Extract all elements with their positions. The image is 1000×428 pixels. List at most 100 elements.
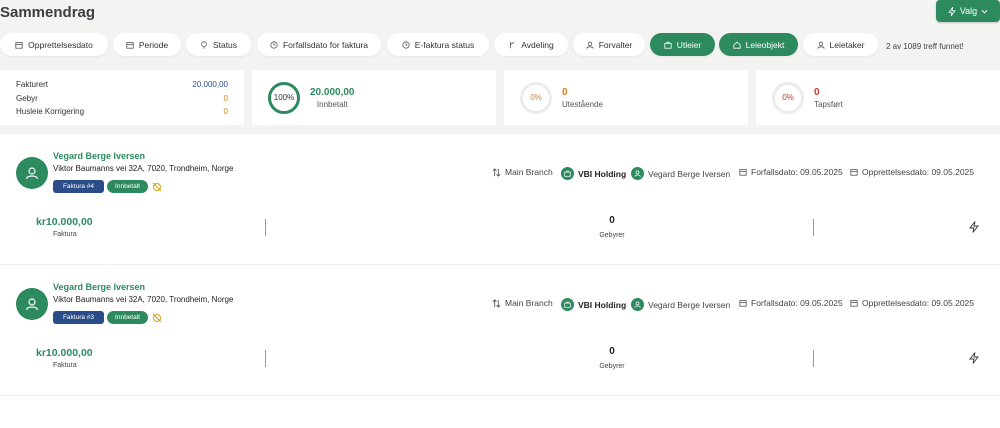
person-name: Vegard Berge Iversen [648,299,731,310]
filter-label: Status [212,39,238,50]
fee-value: 0 [609,215,615,226]
filter-label: E-faktura status [414,39,475,50]
filter-opprettelsesdato[interactable]: Opprettelsesdato [0,33,108,56]
invoice-amount-label: Faktura [53,362,77,369]
due-date: Forfallsdato: 09.05.2025 [751,167,843,177]
user-icon [25,298,39,311]
invoice-badge[interactable]: Faktura #3 [53,311,104,324]
summary-row-gebyr: Gebyr 0 [16,92,228,106]
summary-value: 0 [223,93,228,103]
stat-value: 0 [814,86,820,98]
valg-button[interactable]: Valg [936,0,1000,22]
valg-label: Valg [959,6,978,16]
person-meta[interactable]: Vegard Berge Iversen [631,167,730,180]
branch-icon [492,167,501,177]
bolt-icon [948,6,956,16]
calendar-icon [15,41,23,49]
clock-icon [402,40,410,49]
branch-meta: Main Branch [492,167,553,177]
stat-card-innbetalt: 100% 20.000,00 Innbetalt [252,70,496,125]
filter-bar: Opprettelsesdato Periode Status Forfalls… [0,33,1000,56]
branch-icon [492,298,501,308]
bolt-icon[interactable] [969,221,979,233]
stat-value: 0 [562,86,568,98]
invoice-amount-label: Faktura [53,231,77,238]
fee-label: Gebyrer [599,232,625,239]
filter-avdeling[interactable]: Avdeling [494,33,568,56]
stat-value: 20.000,00 [310,86,355,98]
filter-efaktura-status[interactable]: E-faktura status [387,33,489,56]
summary-card: Fakturert 20.000,00 Gebyr 0 Husleie Korr… [0,70,244,125]
briefcase-icon [561,167,574,180]
filter-label: Leieobjekt [745,39,785,50]
filter-label: Utleier [676,39,702,50]
filter-status[interactable]: Status [186,33,251,56]
user-icon [631,167,644,180]
filter-label: Avdeling [521,39,554,50]
invoice-list: Vegard Berge Iversen Viktor Baumanns vei… [0,134,1000,428]
filter-leieobjekt[interactable]: Leieobjekt [719,33,798,56]
status-icon [201,40,207,49]
calendar-icon [739,169,747,176]
calendar-icon [126,41,134,49]
stat-card-utestaende: 0% 0 Utestående [504,70,748,125]
filter-forfallsdato[interactable]: Forfallsdato for faktura [257,33,381,56]
fee-label: Gebyrer [599,363,625,370]
filter-label: Leietaker [829,39,865,50]
avatar [16,157,48,189]
filter-leietaker[interactable]: Leietaker [803,33,878,56]
user-icon [631,298,644,311]
avatar [16,288,48,320]
sync-off-icon[interactable] [152,313,162,323]
created-date: Opprettelsesdato: 09.05.2025 [862,298,974,308]
summary-value: 0 [223,107,228,117]
invoice-amount: kr10.000,00 [36,216,93,228]
branch-name: Main Branch [505,167,553,177]
clock-icon [270,40,278,49]
due-date-meta: Forfallsdato: 09.05.2025 [739,298,843,308]
created-date-meta: Opprettelsesdato: 09.05.2025 [850,298,974,308]
bolt-icon[interactable] [969,352,979,364]
invoice-row[interactable]: Vegard Berge Iversen Viktor Baumanns vei… [0,265,1000,396]
branch-meta: Main Branch [492,298,553,308]
created-date-meta: Opprettelsesdato: 09.05.2025 [850,167,974,177]
progress-ring: 0% [772,81,804,114]
stat-label: Tapsført [814,99,843,109]
tenant-name[interactable]: Vegard Berge Iversen [53,282,145,292]
page-title: Sammendrag [0,4,96,21]
user-icon [586,41,594,49]
tenant-name[interactable]: Vegard Berge Iversen [53,151,145,161]
home-icon [733,41,741,49]
created-date: Opprettelsesdato: 09.05.2025 [862,167,974,177]
stat-label: Utestående [562,99,603,109]
calendar-icon [850,300,858,307]
filter-label: Periode [138,39,169,50]
company-meta[interactable]: VBI Holding [561,298,626,311]
stat-card-tapsfort: 0% 0 Tapsført [756,70,1000,125]
fee-value: 0 [609,346,615,357]
divider [813,350,814,367]
invoice-row[interactable]: Vegard Berge Iversen Viktor Baumanns vei… [0,134,1000,265]
status-badge: Innbetalt [107,311,148,324]
filter-label: Forfallsdato for faktura [282,39,369,50]
filter-forvalter[interactable]: Forvalter [573,33,645,56]
summary-label: Fakturert [16,80,49,90]
filter-label: Forvalter [598,39,633,50]
invoice-badge[interactable]: Faktura #4 [53,180,104,193]
user-icon [816,41,825,49]
progress-ring: 0% [520,81,552,114]
chevron-down-icon [981,9,988,14]
company-meta[interactable]: VBI Holding [561,167,626,180]
summary-value: 20.000,00 [192,80,228,90]
company-name: VBI Holding [578,168,627,179]
company-name: VBI Holding [578,299,627,310]
filter-label: Opprettelsesdato [28,39,93,50]
sync-off-icon[interactable] [152,182,162,192]
summary-row-fakturert: Fakturert 20.000,00 [16,78,228,92]
person-name: Vegard Berge Iversen [648,168,731,179]
person-meta[interactable]: Vegard Berge Iversen [631,298,730,311]
divider [265,350,266,367]
filter-periode[interactable]: Periode [113,33,181,56]
divider [813,219,814,236]
filter-utleier[interactable]: Utleier [650,33,715,56]
